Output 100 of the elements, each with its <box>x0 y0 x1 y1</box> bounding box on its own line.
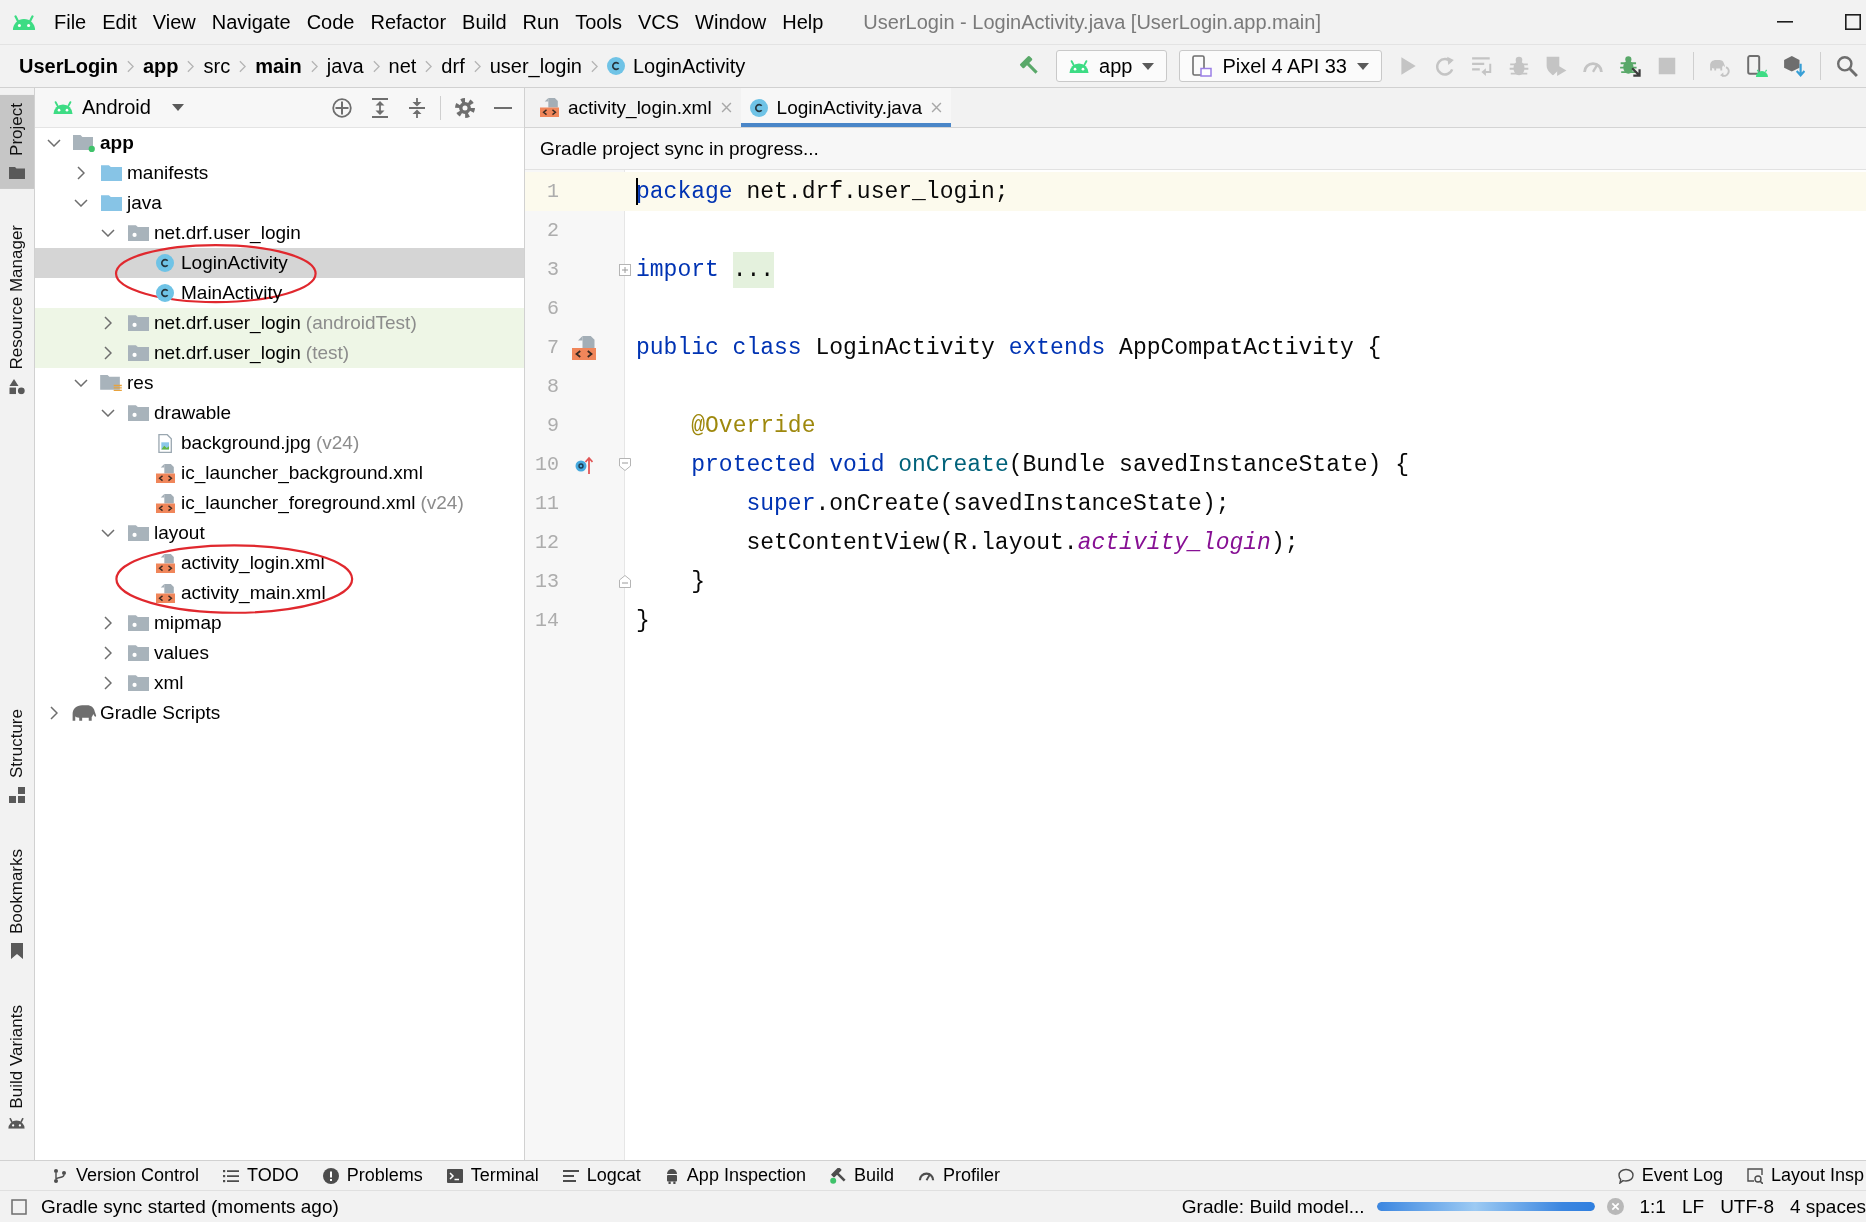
chevron-down-icon[interactable] <box>74 199 88 207</box>
breadcrumb-item[interactable]: app <box>142 54 179 78</box>
menu-item[interactable]: Run <box>514 8 568 36</box>
menu-item[interactable]: Edit <box>94 8 145 36</box>
side-tab[interactable]: Structure <box>0 701 34 812</box>
tool-window-button[interactable]: Layout Insp <box>1734 1165 1866 1186</box>
tree-item[interactable]: mipmap <box>35 608 524 638</box>
breadcrumb-item[interactable]: user_login <box>489 54 582 78</box>
minimize-icon[interactable] <box>1777 21 1793 23</box>
chevron-right-icon[interactable] <box>104 346 112 360</box>
tree-item[interactable]: activity_main.xml <box>35 578 524 608</box>
file-encoding[interactable]: UTF-8 <box>1720 1195 1774 1218</box>
chevron-down-icon[interactable] <box>101 529 115 537</box>
robot-icon <box>8 1118 26 1129</box>
tree-item[interactable]: net.drf.user_login <box>35 218 524 248</box>
chevron-down-icon[interactable] <box>101 409 115 417</box>
tool-window-button[interactable]: Event Log <box>1605 1165 1735 1186</box>
menu-item[interactable]: Code <box>298 8 363 36</box>
breadcrumb-item[interactable]: LoginActivity <box>607 54 746 78</box>
folder-icon <box>100 165 122 181</box>
tool-window-button[interactable]: Problems <box>310 1165 435 1186</box>
breadcrumb-item[interactable]: src <box>203 54 231 78</box>
menu-item[interactable]: File <box>46 8 95 36</box>
chevron-right-icon[interactable] <box>104 616 112 630</box>
tree-item[interactable]: manifests <box>35 158 524 188</box>
tree-item[interactable]: net.drf.user_login (test) <box>35 338 524 368</box>
menu-item[interactable]: Navigate <box>203 8 299 36</box>
breadcrumb-item[interactable]: UserLogin <box>19 54 118 78</box>
tree-item[interactable]: java <box>35 188 524 218</box>
box-arrow-icon[interactable] <box>1783 55 1805 77</box>
tree-item[interactable]: layout <box>35 518 524 548</box>
tree-item[interactable]: drawable <box>35 398 524 428</box>
menu-item[interactable]: Tools <box>567 8 630 36</box>
editor-tab[interactable]: LoginActivity.java <box>740 88 951 127</box>
side-tab[interactable]: Bookmarks <box>0 841 34 968</box>
tool-window-button[interactable]: App Inspection <box>652 1165 818 1186</box>
breadcrumb-item[interactable]: net <box>388 54 417 78</box>
tree-item[interactable]: res <box>35 368 524 398</box>
tool-window-button[interactable]: Logcat <box>550 1165 653 1186</box>
tool-window-button[interactable]: Build <box>817 1165 906 1186</box>
tree-item[interactable]: ic_launcher_foreground.xml (v24) <box>35 488 524 518</box>
maximize-icon[interactable] <box>1845 14 1861 30</box>
line-number: 1 <box>546 180 559 203</box>
caret-icon <box>171 104 184 111</box>
tree-item[interactable]: Gradle Scripts <box>35 698 524 728</box>
chevron-right-icon[interactable] <box>104 676 112 690</box>
chevron-right-icon[interactable] <box>77 166 85 180</box>
tool-window-button[interactable]: Version Control <box>40 1165 212 1186</box>
side-tab[interactable]: Build Variants <box>0 997 34 1137</box>
menu-item[interactable]: VCS <box>629 8 688 36</box>
chevron-right-icon[interactable] <box>50 706 58 720</box>
class-icon <box>156 284 174 302</box>
expand-all-icon[interactable] <box>371 97 389 118</box>
menu-item[interactable]: Help <box>774 8 832 36</box>
side-tab[interactable]: Project <box>0 95 34 189</box>
tree-item[interactable]: activity_login.xml <box>35 548 524 578</box>
line-separator[interactable]: LF <box>1681 1195 1705 1218</box>
crosshair-icon[interactable] <box>332 97 352 118</box>
square-outline-icon[interactable] <box>11 1198 27 1215</box>
tool-window-button[interactable]: Terminal <box>434 1165 551 1186</box>
caret-position[interactable]: 1:1 <box>1639 1195 1666 1218</box>
menu-item[interactable]: Build <box>454 8 515 36</box>
tree-item[interactable]: values <box>35 638 524 668</box>
chevron-right-icon[interactable] <box>104 646 112 660</box>
chevron-down-icon[interactable] <box>47 139 61 147</box>
bug-arrow-icon[interactable] <box>1619 55 1641 77</box>
chevron-right-icon[interactable] <box>104 316 112 330</box>
breadcrumb-item[interactable]: main <box>255 54 302 78</box>
code-file-icon <box>540 98 559 117</box>
run-config-dropdown[interactable]: app <box>1056 50 1168 82</box>
view-dropdown[interactable]: Android <box>53 96 184 119</box>
fold-start-icon[interactable] <box>619 458 631 471</box>
tree-item[interactable]: net.drf.user_login (androidTest) <box>35 308 524 338</box>
breadcrumb-item[interactable]: drf <box>441 54 465 78</box>
tool-window-button[interactable]: TODO <box>211 1165 311 1186</box>
menu-item[interactable]: Window <box>687 8 775 36</box>
line-number: 11 <box>534 492 559 515</box>
phone-robot-icon[interactable] <box>1746 55 1768 77</box>
tool-window-button[interactable]: Profiler <box>906 1165 1012 1186</box>
breadcrumb-item[interactable]: java <box>326 54 364 78</box>
minimize-icon[interactable] <box>494 106 512 109</box>
code-file-icon[interactable] <box>572 335 596 360</box>
search-icon[interactable] <box>1836 55 1858 77</box>
device-dropdown[interactable]: Pixel 4 API 33 <box>1179 50 1382 82</box>
tree-item[interactable]: app <box>35 128 524 158</box>
menu-item[interactable]: Refactor <box>362 8 455 36</box>
tree-item[interactable]: ic_launcher_background.xml <box>35 458 524 488</box>
collapse-all-icon[interactable] <box>408 97 426 118</box>
menu-item[interactable]: View <box>144 8 204 36</box>
tree-item[interactable]: MainActivity <box>35 278 524 308</box>
editor-tab[interactable]: activity_login.xml <box>531 88 741 127</box>
settings-icon[interactable] <box>455 97 475 118</box>
tree-item[interactable]: background.jpg (v24) <box>35 428 524 458</box>
circle-arrow-icon[interactable] <box>575 455 593 474</box>
indent-setting[interactable]: 4 spaces <box>1789 1195 1866 1218</box>
chevron-down-icon[interactable] <box>101 229 115 237</box>
chevron-down-icon[interactable] <box>74 379 88 387</box>
tree-item[interactable]: xml <box>35 668 524 698</box>
line-number: 7 <box>546 336 559 359</box>
side-tab[interactable]: Resource Manager <box>0 216 34 403</box>
